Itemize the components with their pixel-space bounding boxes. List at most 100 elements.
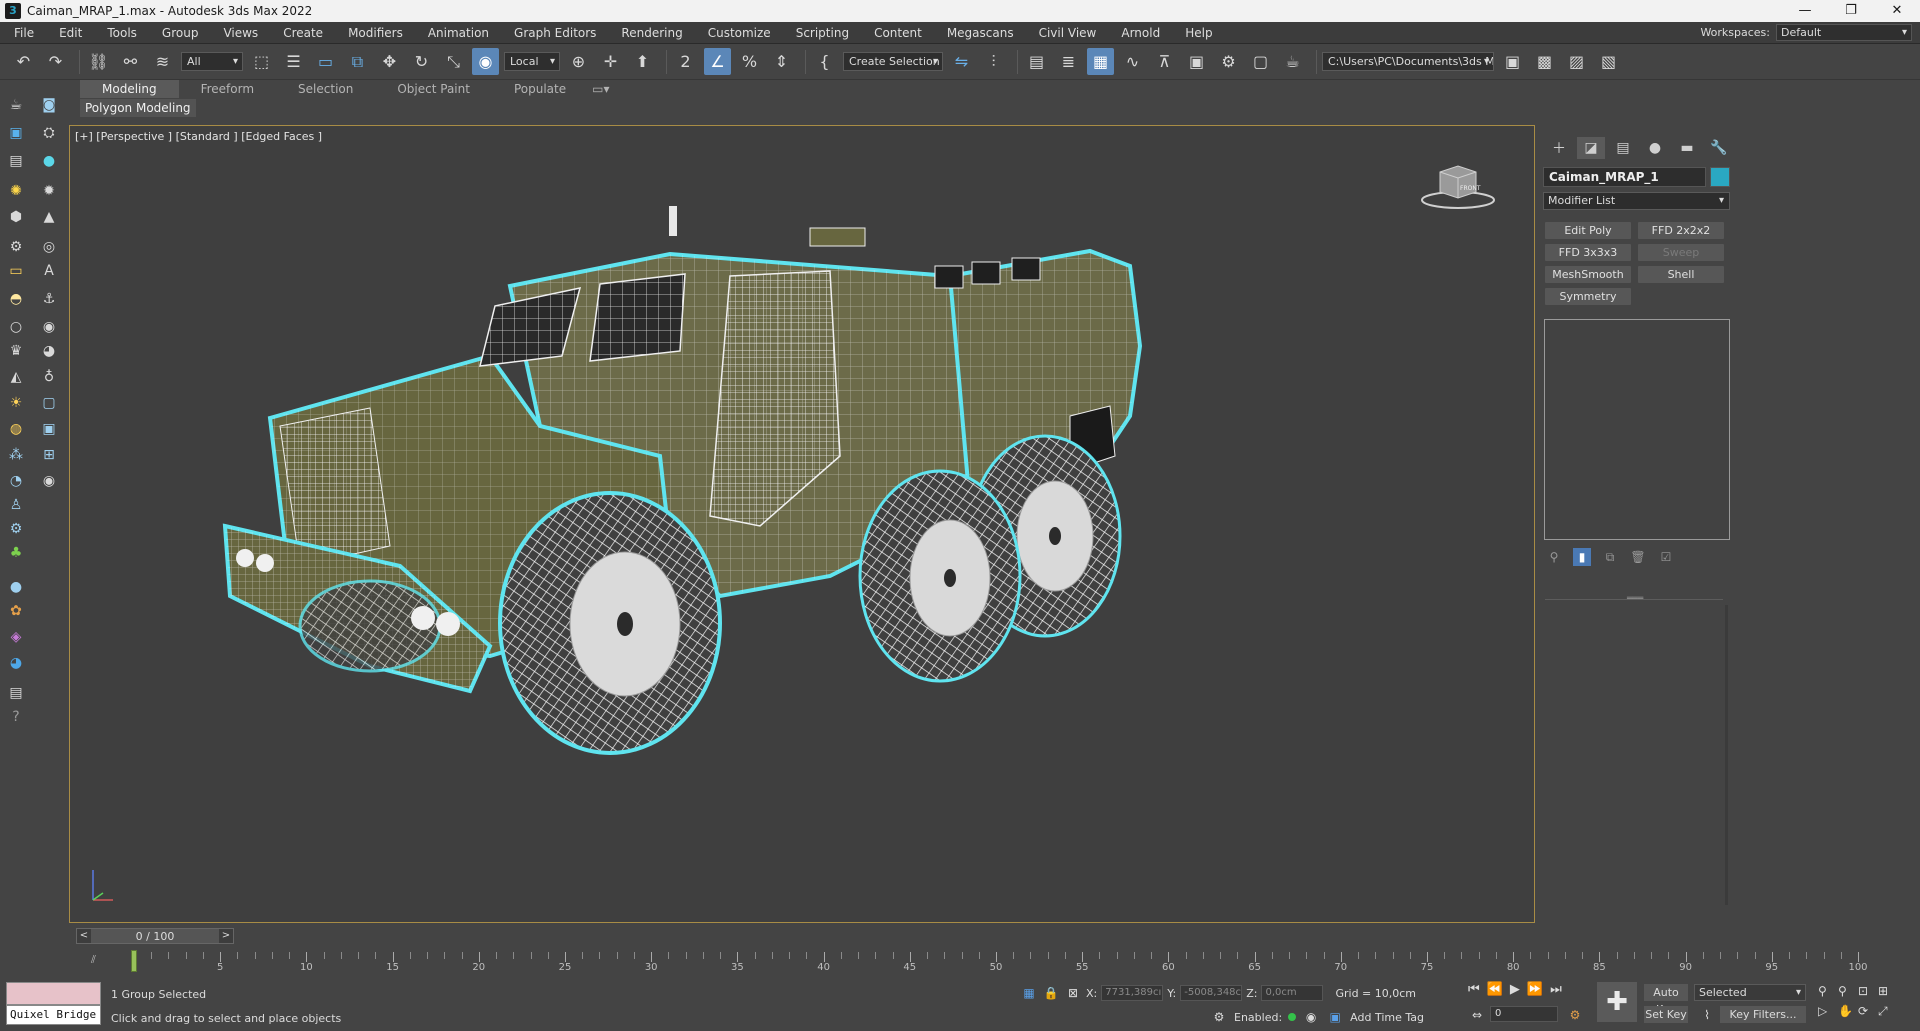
layer-explorer-icon[interactable]: ≣	[1055, 48, 1082, 75]
show-end-result-icon[interactable]: ▮	[1573, 548, 1591, 566]
next-frame-icon[interactable]: ⏩	[1527, 982, 1543, 997]
hierarchy-tab-icon[interactable]: ▤	[1609, 137, 1637, 159]
panel-icon[interactable]: ▢	[38, 392, 60, 414]
redo-icon[interactable]: ↷	[42, 48, 69, 75]
box-icon[interactable]: ▭	[5, 260, 27, 282]
add-time-tag[interactable]: Add Time Tag	[1350, 1011, 1424, 1024]
selection-filter-dropdown[interactable]: All	[181, 52, 243, 71]
auto-key-button[interactable]: Auto Key	[1644, 984, 1688, 1016]
tab-freeform[interactable]: Freeform	[179, 80, 276, 98]
menu-create[interactable]: Create	[269, 22, 334, 44]
globe-icon[interactable]: ●	[5, 576, 27, 598]
motion-tab-icon[interactable]: ●	[1641, 137, 1669, 159]
time-configuration-icon[interactable]: ⚙	[1566, 1006, 1584, 1024]
time-cursor[interactable]	[131, 950, 137, 972]
named-selection-dropdown[interactable]: Create Selection Se	[843, 52, 943, 71]
rendered-frame-window-icon[interactable]: ▢	[1247, 48, 1274, 75]
isolate-selection-icon[interactable]: ▦	[1020, 984, 1038, 1002]
menu-modifiers[interactable]: Modifiers	[334, 22, 414, 44]
make-unique-icon[interactable]: ⧉	[1601, 548, 1619, 566]
sweep-button[interactable]: Sweep	[1638, 244, 1724, 261]
menu-content[interactable]: Content	[860, 22, 933, 44]
align-icon[interactable]: ⫶	[980, 48, 1007, 75]
pin-stack-icon[interactable]: ⚲	[1545, 548, 1563, 566]
rollout-grip-icon[interactable]: ═══	[1627, 594, 1643, 604]
viewcube[interactable]: FRONT	[1418, 160, 1498, 213]
toggle-ribbon-icon[interactable]: ▦	[1087, 48, 1114, 75]
menu-group[interactable]: Group	[148, 22, 210, 44]
time-slider[interactable]: < 0 / 100 >	[76, 928, 234, 944]
go-to-start-icon[interactable]: ⏮	[1468, 982, 1480, 997]
object-name-field[interactable]: Caiman_MRAP_1	[1543, 167, 1706, 187]
key-filters-button[interactable]: Key Filters...	[1720, 1006, 1806, 1023]
x-coordinate-field[interactable]: 7731,389cı	[1101, 985, 1164, 1001]
absolute-mode-icon[interactable]: ⊠	[1064, 984, 1082, 1002]
select-manipulate-icon[interactable]: ✛	[597, 48, 624, 75]
previous-frame-arrow-icon[interactable]: <	[77, 929, 91, 943]
cone-icon[interactable]: ▲	[38, 206, 60, 228]
key-mode-toggle-icon[interactable]: ⇔	[1468, 1006, 1486, 1024]
object-color-swatch[interactable]	[1710, 167, 1730, 187]
configure-modifier-sets-icon[interactable]: ☑	[1657, 548, 1675, 566]
teapot-icon[interactable]: ☕	[5, 94, 27, 116]
menu-tools[interactable]: Tools	[93, 22, 148, 44]
project-from-folder-icon[interactable]: ▨	[1563, 48, 1590, 75]
layers-icon[interactable]: ▤	[5, 682, 27, 704]
set-key-button[interactable]: Set Key	[1644, 1006, 1688, 1023]
edit-poly-button[interactable]: Edit Poly	[1545, 222, 1631, 239]
vehicle-model[interactable]	[70, 126, 1535, 923]
move-icon[interactable]: ✥	[376, 48, 403, 75]
timeline-track[interactable]: ⫽ 05101520253035404550556065707580859095…	[76, 950, 1920, 976]
character-icon[interactable]: ♙	[5, 494, 27, 516]
z-coordinate-field[interactable]: 0,0cm	[1261, 985, 1324, 1001]
grid-icon[interactable]: ⊞	[38, 444, 60, 466]
palette-icon[interactable]: ✿	[5, 600, 27, 622]
default-in-out-tangents-icon[interactable]: ⌇	[1698, 1006, 1716, 1024]
pan-icon[interactable]: ✋	[1838, 1004, 1858, 1019]
workspace-dropdown[interactable]: Default	[1776, 24, 1912, 41]
viewport-icon[interactable]: ▣	[5, 122, 27, 144]
previous-frame-icon[interactable]: ⏪	[1487, 982, 1503, 997]
ribbon-polygon-modeling-panel[interactable]: Polygon Modeling	[80, 99, 196, 117]
go-to-end-icon[interactable]: ⏭	[1550, 982, 1562, 997]
zoom-extents-icon[interactable]: ⊡	[1858, 984, 1878, 998]
render-setup-icon[interactable]: ⚙	[1215, 48, 1242, 75]
tube-icon[interactable]: ◎	[38, 236, 60, 258]
ffd-2x2x2-button[interactable]: FFD 2x2x2	[1638, 222, 1724, 239]
snaps-toggle-icon[interactable]: 2	[672, 48, 699, 75]
orbit-icon[interactable]: ⟳	[1858, 1004, 1878, 1019]
shell-button[interactable]: Shell	[1638, 266, 1724, 283]
link-icon[interactable]: ⛓	[85, 48, 112, 75]
tab-modeling[interactable]: Modeling	[80, 80, 179, 98]
curve-editor-icon[interactable]: ∿	[1119, 48, 1146, 75]
schematic-view-icon[interactable]: ⊼	[1151, 48, 1178, 75]
angle-snap-icon[interactable]: ∠	[704, 48, 731, 75]
tab-selection[interactable]: Selection	[276, 80, 375, 98]
rotate-icon[interactable]: ↻	[408, 48, 435, 75]
project-settings-icon[interactable]: ▧	[1595, 48, 1622, 75]
maximize-viewport-icon[interactable]: ⤢	[1878, 1004, 1898, 1019]
particle-icon[interactable]: ⁂	[5, 444, 27, 466]
time-tag-toggle-icon[interactable]: ◉	[1302, 1008, 1320, 1026]
modifier-icon[interactable]: ⚙	[5, 236, 27, 258]
zoom-icon[interactable]: ⚲	[1818, 984, 1838, 998]
modifier-stack[interactable]	[1544, 319, 1730, 540]
eye-icon[interactable]: ◉	[38, 470, 60, 492]
remove-modifier-icon[interactable]: 🗑	[1629, 548, 1647, 566]
meshsmooth-button[interactable]: MeshSmooth	[1545, 266, 1631, 283]
menu-scripting[interactable]: Scripting	[782, 22, 860, 44]
ffd-3x3x3-button[interactable]: FFD 3x3x3	[1545, 244, 1631, 261]
menu-customize[interactable]: Customize	[694, 22, 782, 44]
scale-icon[interactable]: ⤡	[440, 48, 467, 75]
scene-explorer-icon[interactable]: ▤	[1023, 48, 1050, 75]
tab-object-paint[interactable]: Object Paint	[375, 80, 492, 98]
disc-icon[interactable]: ◍	[5, 418, 27, 440]
keyboard-shortcut-override-icon[interactable]: ⬆	[629, 48, 656, 75]
time-tag-icon[interactable]: ▣	[1326, 1008, 1344, 1026]
selection-lock-icon[interactable]: 🔒	[1042, 984, 1060, 1002]
spot-light-icon[interactable]: ✹	[38, 180, 60, 202]
minimize-button[interactable]: —	[1782, 0, 1828, 22]
close-button[interactable]: ✕	[1874, 0, 1920, 22]
rectangular-selection-icon[interactable]: ▭	[312, 48, 339, 75]
light-icon[interactable]: ●	[38, 150, 60, 172]
